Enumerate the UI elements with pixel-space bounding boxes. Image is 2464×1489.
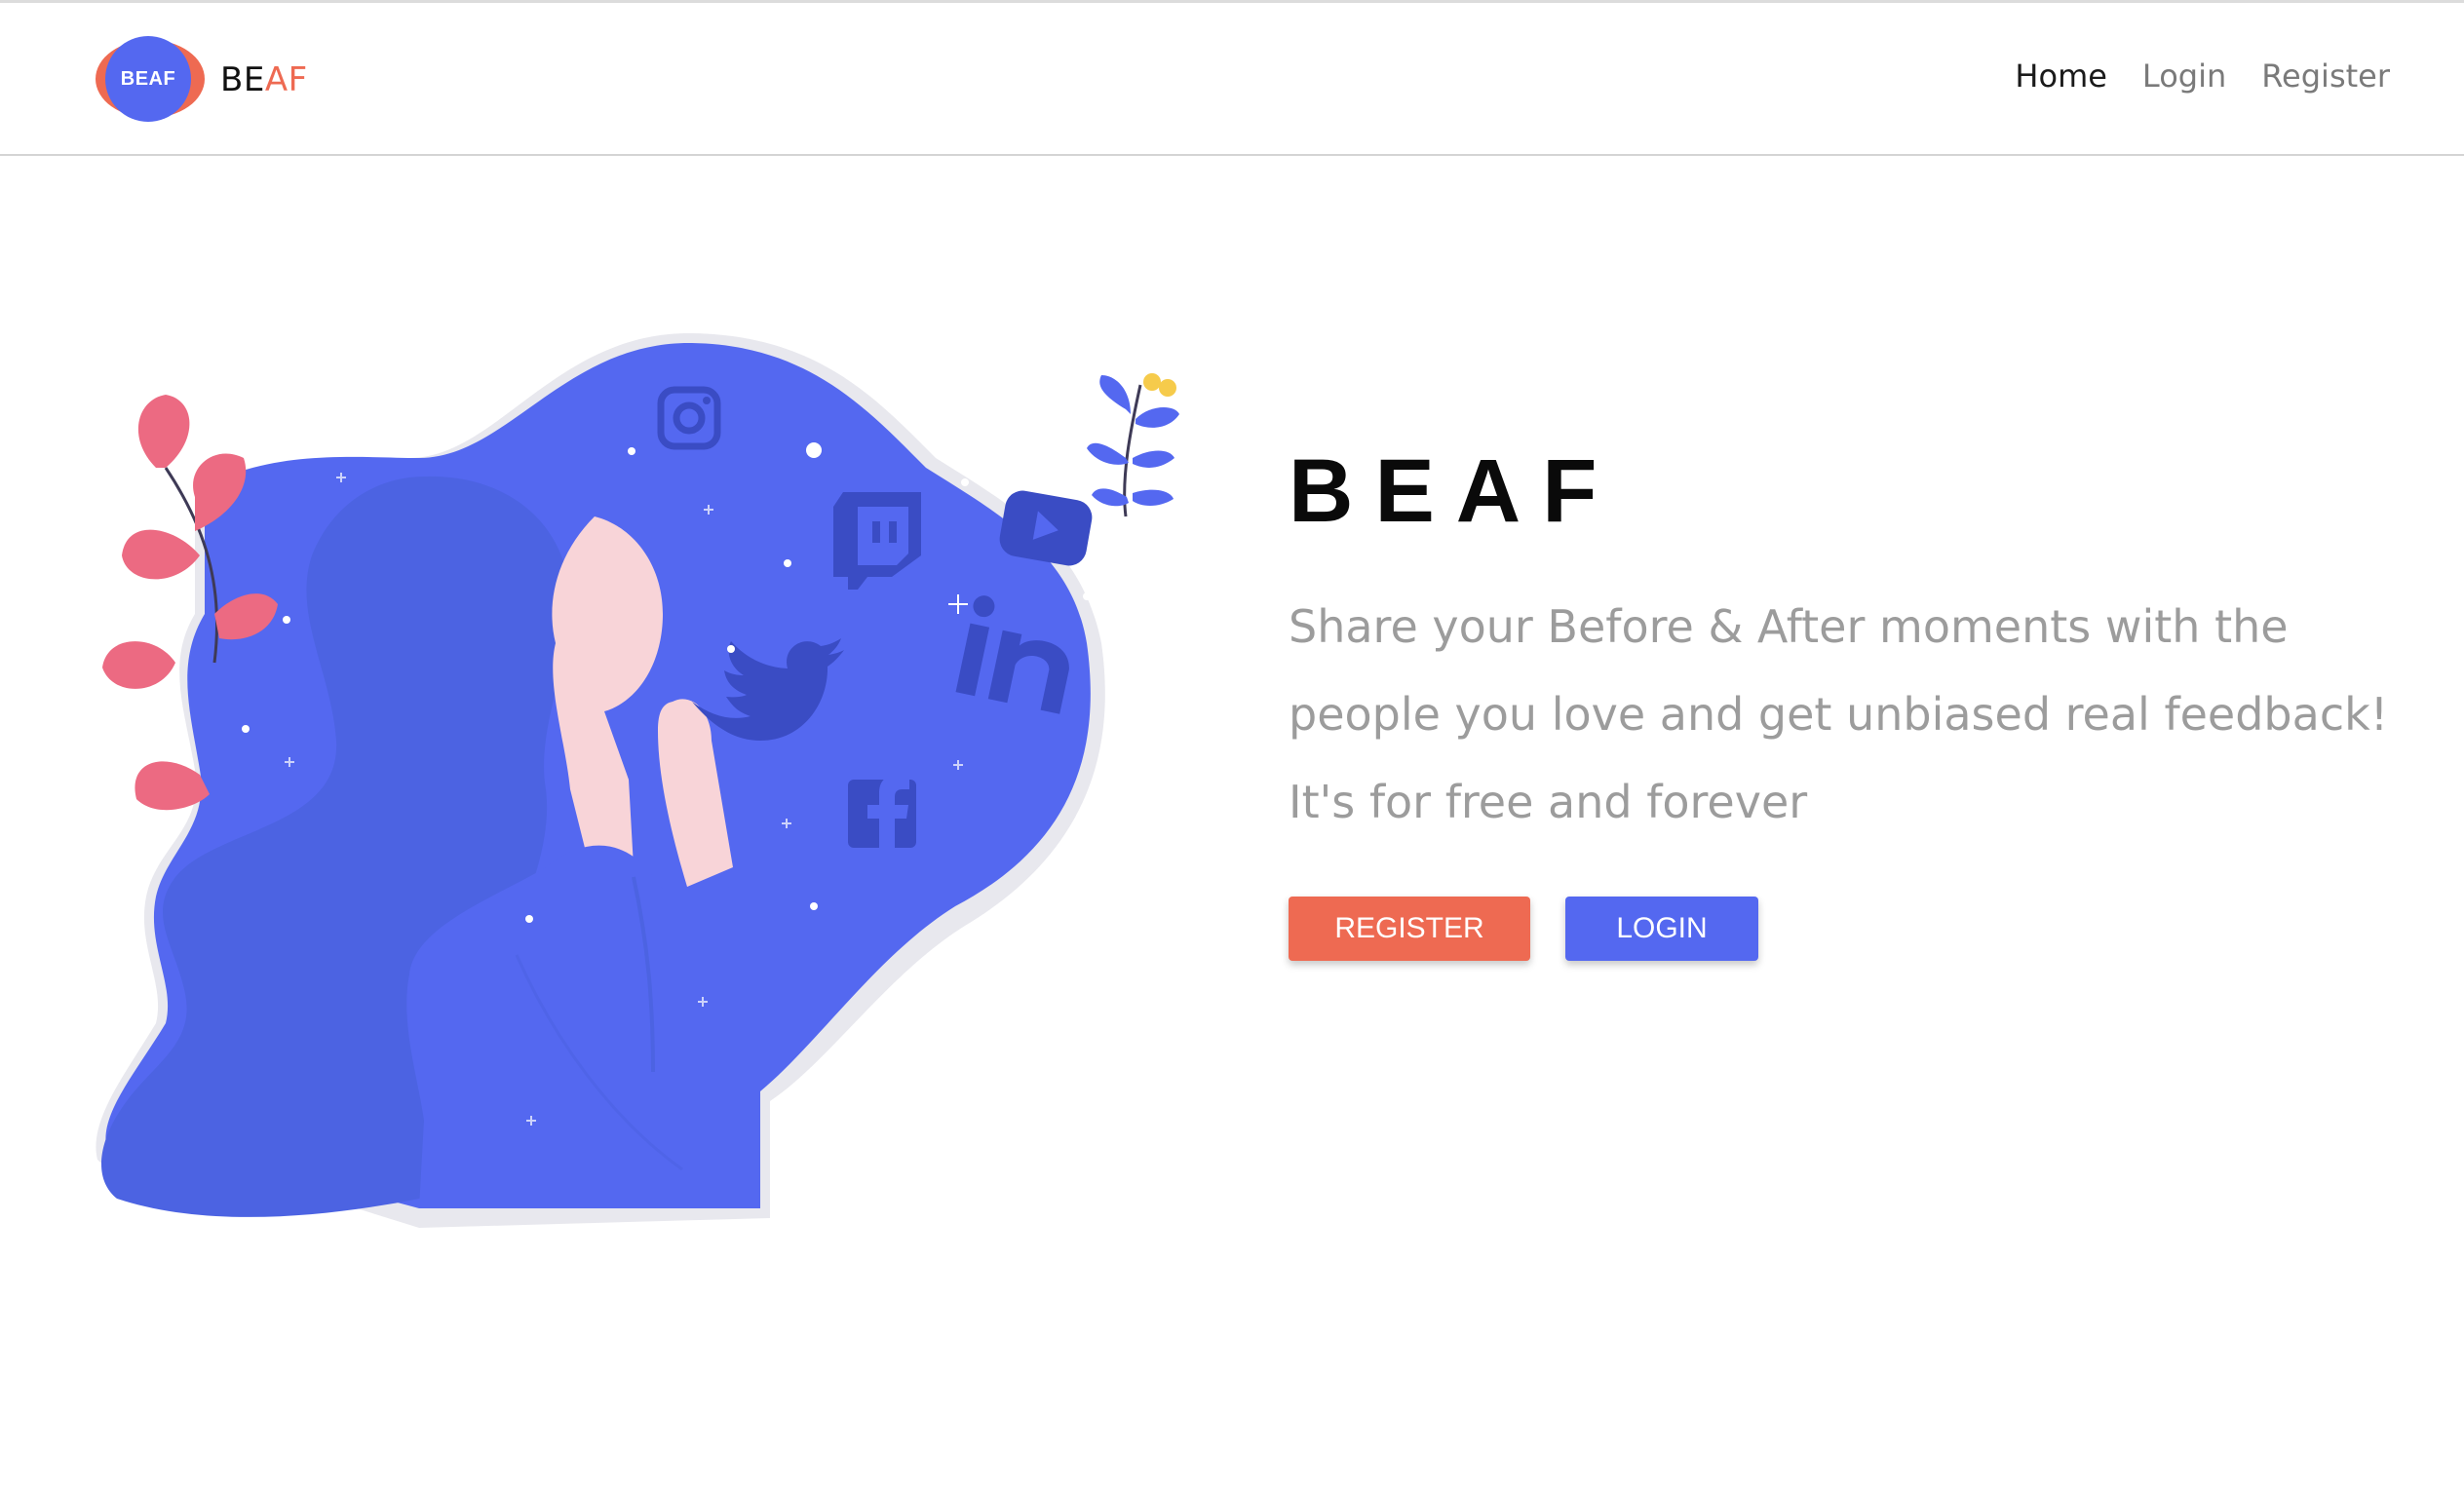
leaf-left-3 bbox=[122, 529, 200, 580]
logo-badge: BEAF bbox=[105, 36, 191, 122]
nav-login-link[interactable]: Login bbox=[2142, 57, 2226, 95]
nav-links: Home Login Register bbox=[2015, 57, 2390, 95]
plant-leaf-3 bbox=[1087, 442, 1129, 465]
hero-content: BEAF Share your Before & After moments w… bbox=[1289, 429, 2409, 961]
leaf-left-1 bbox=[137, 395, 190, 468]
facebook-icon bbox=[848, 776, 916, 848]
logo-icon: BEAF bbox=[96, 36, 205, 124]
hero-tagline: Share your Before & After moments with t… bbox=[1289, 600, 2389, 828]
plant-flower-2 bbox=[1159, 379, 1176, 397]
brand-name: BEAF bbox=[220, 60, 308, 99]
plant-leaf-1 bbox=[1099, 375, 1131, 414]
hero-buttons: REGISTER LOGIN bbox=[1289, 897, 2409, 961]
leaf-left-4 bbox=[102, 641, 175, 689]
brand-name-part1: BE bbox=[220, 60, 265, 99]
nav-register-link[interactable]: Register bbox=[2261, 57, 2390, 95]
instagram-icon-dot bbox=[703, 397, 711, 404]
hero-illustration bbox=[96, 332, 1179, 1228]
hero-title: BEAF bbox=[1289, 441, 1619, 541]
brand-name-part2: AF bbox=[264, 60, 308, 99]
nav-home-link[interactable]: Home bbox=[2015, 57, 2107, 95]
plant-leaf-2 bbox=[1136, 407, 1179, 428]
plant-leaf-4 bbox=[1133, 450, 1174, 468]
plant-leaf-6 bbox=[1133, 489, 1174, 506]
plant-flower-1 bbox=[1143, 373, 1161, 391]
top-navbar: BEAF BEAF Home Login Register bbox=[0, 0, 2464, 156]
login-button[interactable]: LOGIN bbox=[1565, 897, 1758, 961]
register-button[interactable]: REGISTER bbox=[1289, 897, 1530, 961]
brand-link[interactable]: BEAF BEAF bbox=[96, 36, 308, 124]
